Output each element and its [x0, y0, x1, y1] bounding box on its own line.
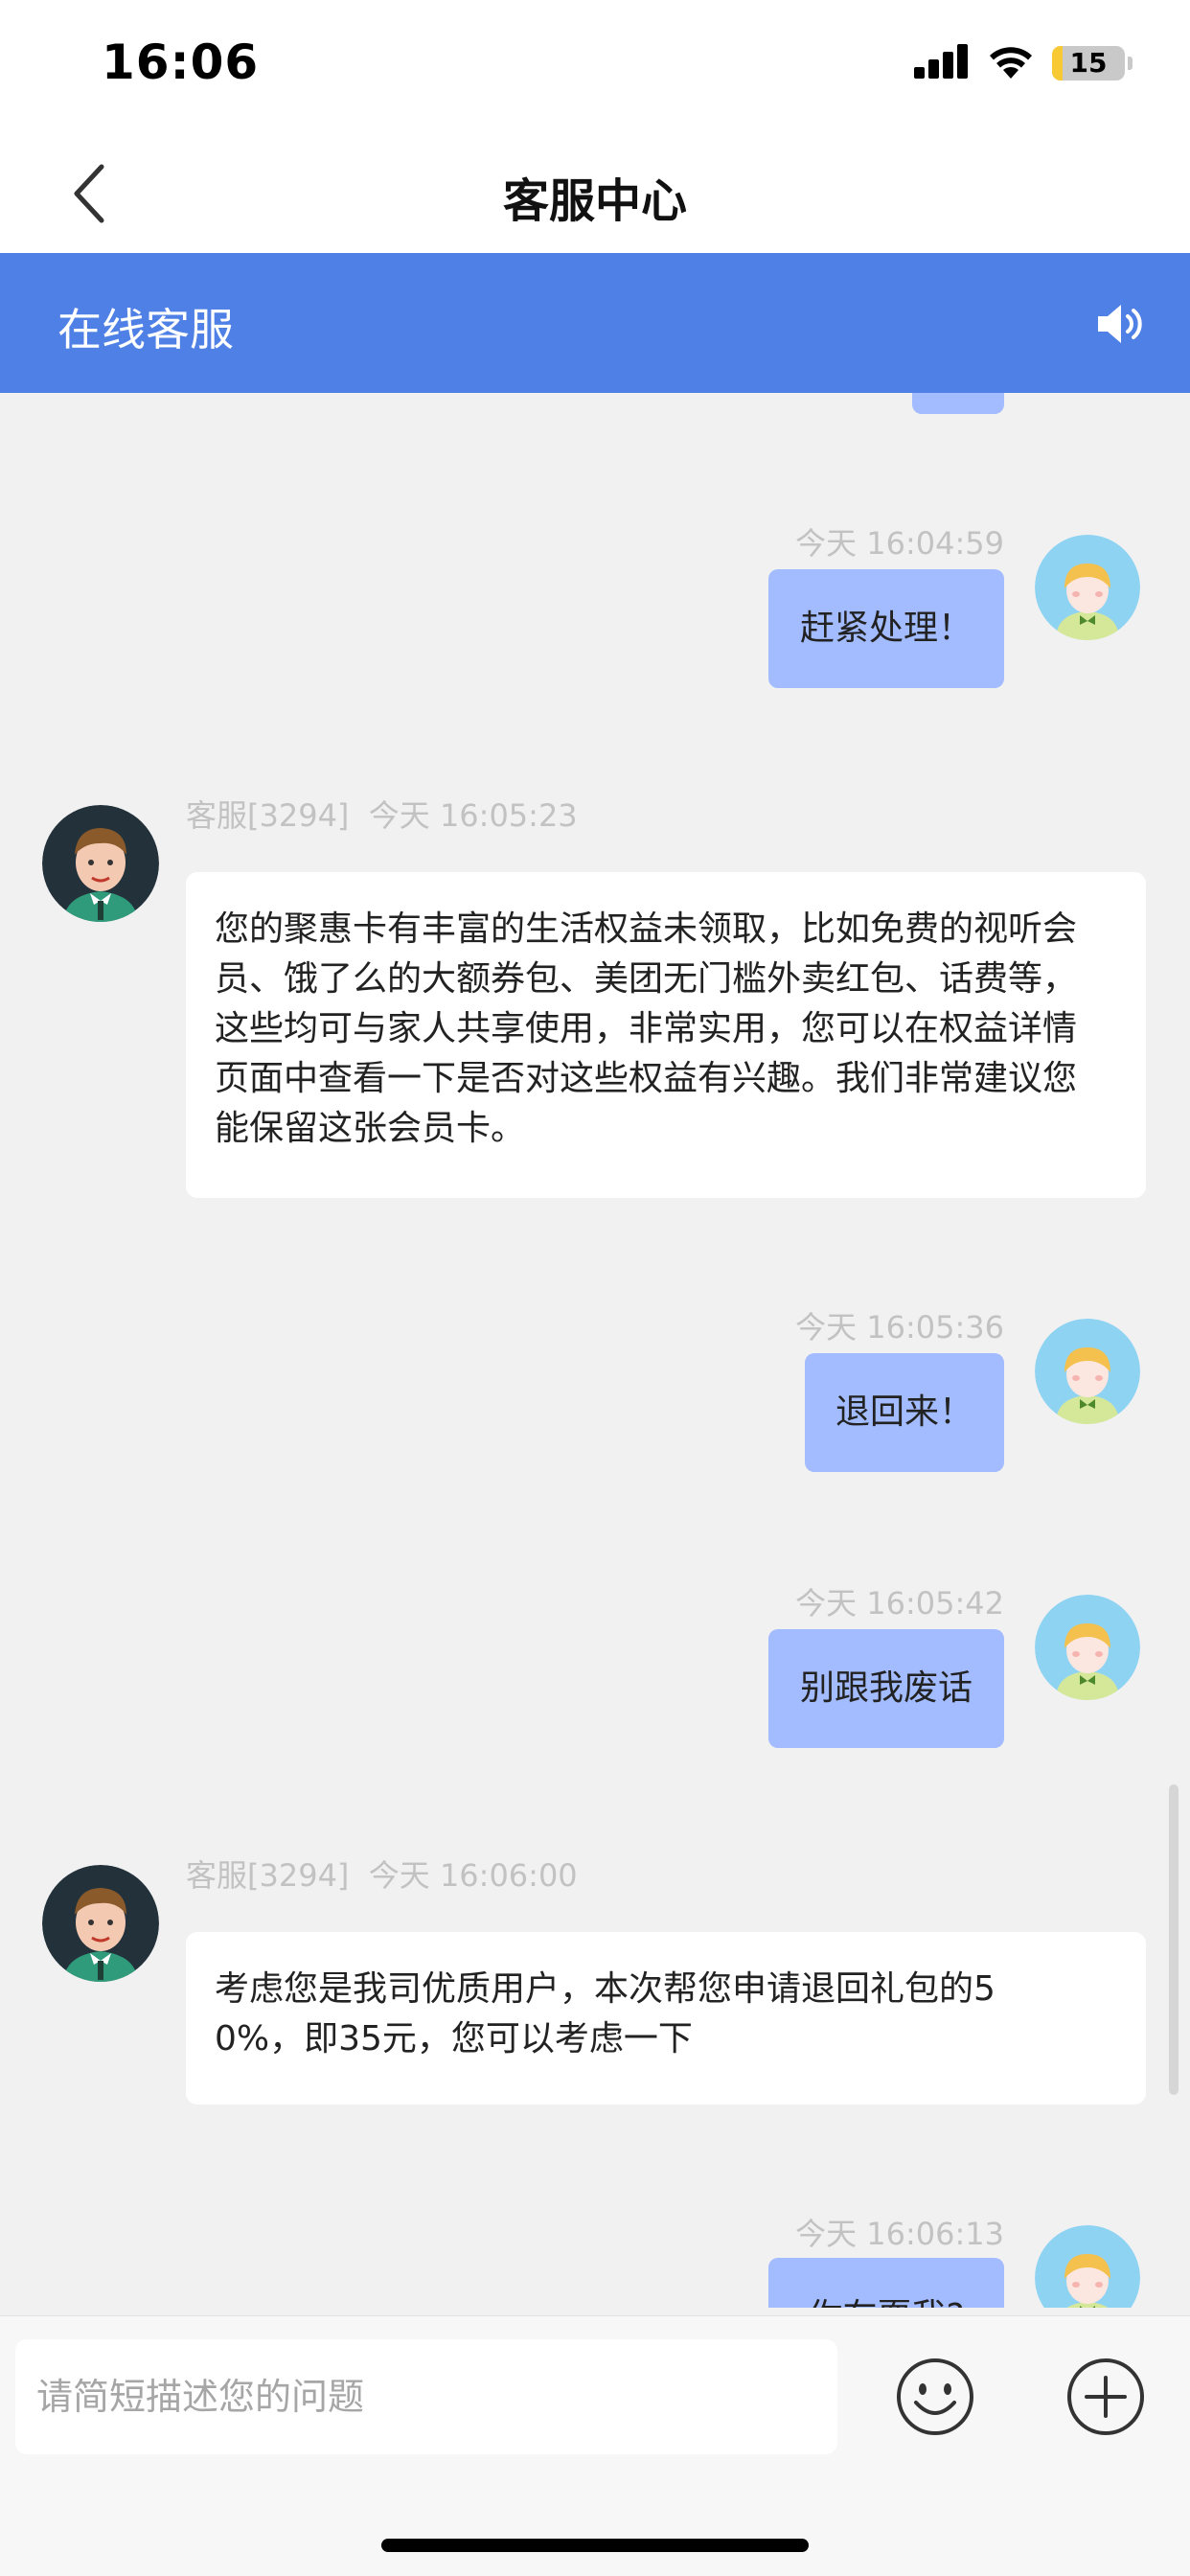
user-avatar[interactable] [1035, 1595, 1140, 1700]
agent-message-bubble: 考虑您是我司优质用户，本次帮您申请退回礼包的5 0%，即35元，您可以考虑一下 [186, 1932, 1146, 2104]
agent-name: 客服[3294] [186, 797, 350, 834]
message-line: 能保留这张会员卡。 [215, 1109, 526, 1148]
message-text: 你在耍我? [808, 2297, 964, 2308]
page-title: 客服中心 [502, 174, 687, 228]
message-text: 退回来！ [835, 1392, 973, 1432]
battery-cap [1128, 57, 1133, 70]
chat-page: 16:06 15 客服中心 在线客服 今天 16:04:59 赶紧处理！ 客服[… [0, 0, 1190, 2576]
message-timestamp: 今天 16:05:42 [795, 1585, 1004, 1622]
status-time: 16:06 [102, 34, 260, 90]
nav-bar: 客服中心 [0, 134, 1190, 253]
user-avatar[interactable] [1035, 535, 1140, 640]
user-message-bubble: 赶紧处理！ [768, 569, 1004, 688]
wifi-icon [990, 47, 1032, 79]
smiley-icon[interactable] [895, 2357, 975, 2437]
message-text: 赶紧处理！ [799, 609, 973, 648]
agent-name: 客服[3294] [186, 1857, 350, 1894]
previous-message-bubble [912, 393, 1004, 414]
user-avatar[interactable] [1035, 2225, 1140, 2308]
chat-scrollbar[interactable] [1169, 1784, 1179, 2095]
message-timestamp: 今天 16:04:59 [795, 525, 1004, 562]
plus-circle-icon[interactable] [1065, 2357, 1146, 2437]
banner-title: 在线客服 [57, 304, 234, 356]
message-text: 别跟我废话 [799, 1668, 973, 1708]
message-timestamp: 今天 16:05:23 [368, 797, 578, 834]
user-message-bubble: 别跟我废话 [768, 1629, 1004, 1748]
status-bar: 16:06 15 [0, 0, 1190, 134]
agent-name-timestamp: 客服[3294] 今天 16:05:23 [186, 792, 578, 836]
chat-message-list[interactable]: 今天 16:04:59 赶紧处理！ 客服[3294] 今天 16:05:23 您… [0, 393, 1190, 2308]
message-line: 页面中查看一下是否对这些权益有兴趣。我们非常建议您 [215, 1059, 1078, 1098]
message-input[interactable] [15, 2339, 837, 2454]
agent-name-timestamp: 客服[3294] 今天 16:06:00 [186, 1852, 578, 1896]
speaker-icon[interactable] [1092, 297, 1146, 351]
user-avatar[interactable] [1035, 1319, 1140, 1424]
cellular-signal-icon [914, 44, 968, 79]
user-message-bubble: 你在耍我? [768, 2258, 1004, 2308]
agent-avatar[interactable] [42, 1865, 159, 1982]
online-service-banner: 在线客服 [0, 253, 1190, 393]
message-timestamp: 今天 16:06:00 [368, 1857, 578, 1894]
message-line: 员、饿了么的大额券包、美团无门槛外卖红包、话费等， [215, 959, 1078, 999]
user-message-bubble: 退回来！ [805, 1353, 1004, 1472]
message-input-bar [0, 2315, 1190, 2576]
message-timestamp: 今天 16:05:36 [795, 1309, 1004, 1346]
message-line: 考虑您是我司优质用户，本次帮您申请退回礼包的5 [215, 1969, 995, 2009]
agent-message-bubble: 您的聚惠卡有丰富的生活权益未领取，比如免费的视听会 员、饿了么的大额券包、美团无… [186, 872, 1146, 1198]
agent-avatar[interactable] [42, 805, 159, 922]
message-line: 0%，即35元，您可以考虑一下 [215, 2019, 693, 2058]
battery-icon: 15 [1052, 46, 1125, 80]
message-line: 您的聚惠卡有丰富的生活权益未领取，比如免费的视听会 [215, 909, 1078, 949]
battery-level: 15 [1069, 47, 1108, 79]
message-timestamp: 今天 16:06:13 [795, 2216, 1004, 2252]
message-line: 这些均可与家人共享使用，非常实用，您可以在权益详情 [215, 1009, 1078, 1048]
home-indicator[interactable] [381, 2539, 809, 2552]
